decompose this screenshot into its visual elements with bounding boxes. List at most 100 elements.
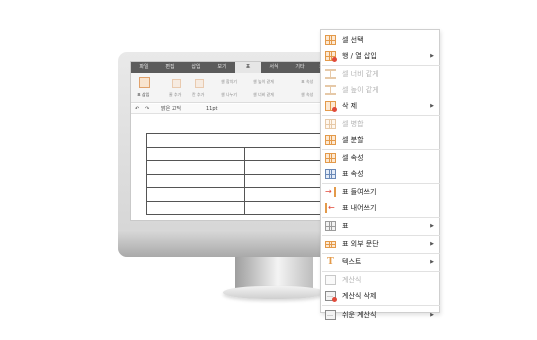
menu-item-label: 삭 제 [342, 102, 358, 110]
outer-paragraph-icon [325, 241, 336, 248]
table-row[interactable] [147, 134, 341, 148]
menu-item-label: 셀 분할 [342, 136, 364, 144]
monitor-base [223, 286, 325, 299]
menu-item-easy-formula[interactable]: 쉬운 계산식 ▶ [321, 307, 441, 323]
menu-tab-view[interactable]: 보기 [209, 62, 235, 73]
menu-item-select-cells[interactable]: 셀 선택 [321, 32, 441, 48]
menu-item-label: 쉬운 계산식 [342, 311, 377, 319]
insert-table-icon[interactable] [139, 77, 150, 88]
menu-item-label: 셀 병합 [342, 120, 364, 128]
menu-tab-edit[interactable]: 편집 [157, 62, 183, 73]
menu-item-delete[interactable]: 삭 제 ▶ [321, 98, 441, 114]
menu-item-outer-paragraph[interactable]: 표 외부 문단 ▶ [321, 236, 441, 252]
menu-tab-table[interactable]: 표 [235, 62, 261, 73]
indent-table-icon: → [325, 187, 336, 197]
menu-item-label: 표 외부 문단 [342, 240, 379, 248]
submenu-arrow-icon: ▶ [430, 259, 434, 265]
merge-button[interactable]: 셀 합치기 [221, 79, 237, 85]
merge-cells-icon [325, 119, 336, 129]
menu-item-text[interactable]: T 텍스트 ▶ [321, 254, 441, 270]
table-props-button[interactable]: 표 속성 [301, 79, 313, 85]
table-properties-icon [325, 169, 336, 179]
formula-icon [325, 275, 336, 285]
menu-item-table-properties[interactable]: 표 속성 [321, 166, 441, 182]
insert-row-column-icon [325, 51, 337, 62]
font-name-select[interactable]: 맑은 고딕 [161, 104, 181, 114]
menu-item-label: 셀 속성 [342, 154, 364, 162]
monitor-neck [235, 257, 313, 289]
outdent-table-icon: ← [325, 203, 336, 213]
cell-props-button[interactable]: 셀 속성 [301, 92, 313, 98]
menu-item-label: 표 들여쓰기 [342, 188, 377, 196]
monitor-screen: 파일 편집 삽입 보기 표 서식 기타 도움말 표 삽입 줄 추가 칸 추가 셀… [130, 61, 342, 221]
table-icon [325, 221, 336, 231]
table-cell[interactable] [147, 161, 245, 174]
menu-item-label: 셀 선택 [342, 36, 364, 44]
split-cells-icon [325, 135, 336, 145]
select-cells-icon [325, 35, 336, 45]
text-icon: T [327, 257, 334, 267]
menu-item-cell-properties[interactable]: 셀 속성 [321, 150, 441, 166]
table-cell[interactable] [147, 201, 245, 214]
menu-item-equal-width[interactable]: 셀 너비 같게 [321, 66, 441, 82]
equal-width-icon [325, 69, 336, 79]
menu-item-delete-formula[interactable]: 계산식 삭제 [321, 288, 441, 304]
add-row-icon[interactable] [172, 79, 181, 88]
table-cell[interactable] [147, 174, 245, 187]
menu-tab-file[interactable]: 파일 [131, 62, 157, 73]
add-row-label: 줄 추가 [169, 92, 182, 97]
menu-item-indent-table[interactable]: → 표 들여쓰기 [321, 184, 441, 200]
equal-width-button[interactable]: 셀 너비 같게 [253, 92, 274, 98]
equal-height-button[interactable]: 셀 높이 같게 [253, 79, 274, 85]
menu-item-split-cells[interactable]: 셀 분할 [321, 132, 441, 148]
submenu-arrow-icon: ▶ [430, 103, 434, 109]
submenu-arrow-icon: ▶ [430, 223, 434, 229]
table-cell[interactable] [147, 188, 245, 201]
document-area[interactable] [136, 123, 341, 220]
insert-table-label: 표 삽입 [137, 92, 150, 97]
table-cell[interactable] [147, 147, 245, 160]
add-column-icon[interactable] [195, 79, 204, 88]
split-button[interactable]: 셀 나누기 [221, 92, 237, 98]
menu-item-outdent-table[interactable]: ← 표 내어쓰기 [321, 200, 441, 216]
monitor-chin [118, 230, 354, 257]
menu-item-label: 행 / 열 삽입 [342, 52, 377, 60]
menu-item-formula[interactable]: 계산식 [321, 272, 441, 288]
table-row[interactable] [147, 161, 341, 175]
submenu-arrow-icon: ▶ [430, 241, 434, 247]
table-row[interactable] [147, 188, 341, 202]
menu-item-label: 표 내어쓰기 [342, 204, 377, 212]
menu-item-label: 셀 너비 같게 [342, 70, 379, 78]
table-row[interactable] [147, 174, 341, 188]
menu-item-label: 텍스트 [342, 258, 362, 266]
menu-item-label: 셀 높이 같게 [342, 86, 379, 94]
menu-item-equal-height[interactable]: 셀 높이 같게 [321, 82, 441, 98]
delete-icon [325, 101, 337, 112]
menu-tab-etc[interactable]: 기타 [287, 62, 313, 73]
menu-item-label: 표 [342, 222, 349, 230]
menu-tab-insert[interactable]: 삽입 [183, 62, 209, 73]
menu-item-label: 계산식 [342, 276, 362, 284]
monitor-frame: 파일 편집 삽입 보기 표 서식 기타 도움말 표 삽입 줄 추가 칸 추가 셀… [118, 52, 354, 257]
font-size-select[interactable]: 11pt [206, 104, 218, 114]
easy-formula-icon [325, 310, 336, 320]
document-table[interactable] [146, 133, 341, 215]
submenu-arrow-icon: ▶ [430, 53, 434, 59]
delete-dot-icon [332, 107, 337, 112]
menu-item-insert-row-column[interactable]: 행 / 열 삽입 ▶ [321, 48, 441, 64]
table-cell[interactable] [147, 134, 341, 147]
table-row[interactable] [147, 201, 341, 215]
table-context-menu: 셀 선택 행 / 열 삽입 ▶ 셀 너비 같게 셀 높이 같게 삭 제 ▶ 셀 … [320, 29, 441, 320]
table-row[interactable] [147, 147, 341, 161]
add-column-label: 칸 추가 [192, 92, 205, 97]
delete-dot-icon [332, 297, 337, 302]
delete-formula-icon [325, 291, 337, 302]
undo-icon[interactable]: ↶ [135, 104, 139, 114]
menu-item-merge-cells[interactable]: 셀 병합 [321, 116, 441, 132]
redo-icon[interactable]: ↷ [145, 104, 149, 114]
cell-properties-icon [325, 153, 336, 163]
menu-item-table[interactable]: 표 ▶ [321, 218, 441, 234]
equal-height-icon [325, 85, 336, 95]
menu-tab-format[interactable]: 서식 [261, 62, 287, 73]
format-toolbar: ↶ ↷ 맑은 고딕 11pt B [131, 104, 341, 114]
